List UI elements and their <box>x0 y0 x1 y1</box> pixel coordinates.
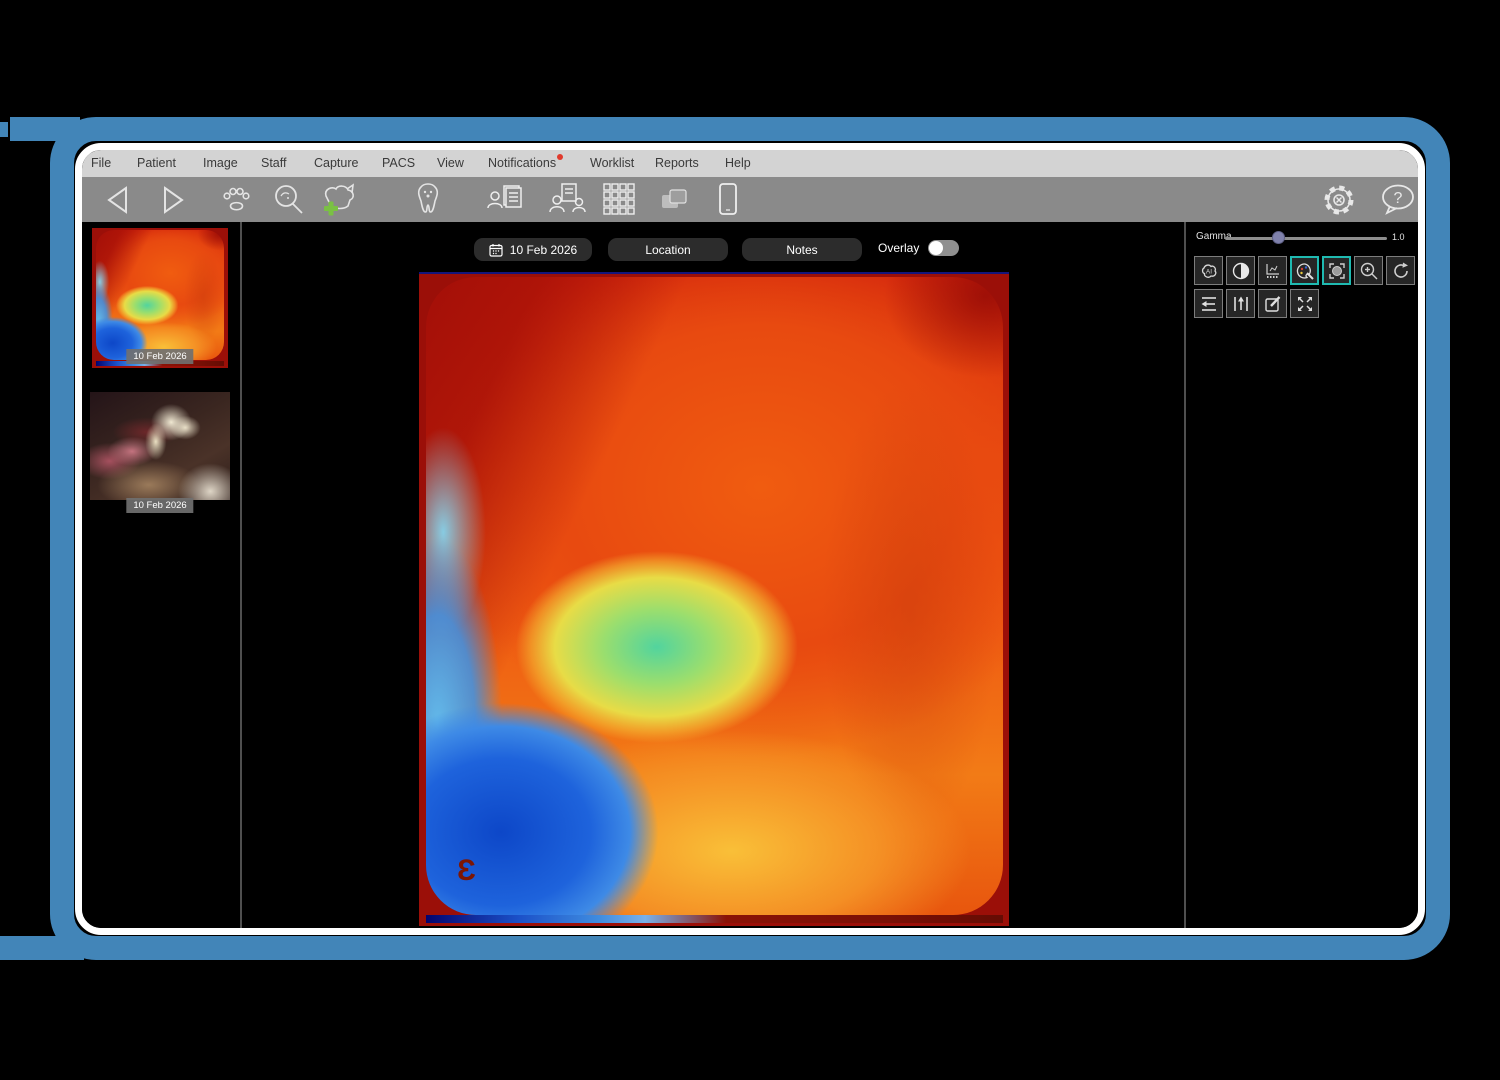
menu-reports[interactable]: Reports <box>655 150 699 177</box>
menu-view[interactable]: View <box>437 150 464 177</box>
svg-text:?: ? <box>1394 190 1403 207</box>
add-patient-icon[interactable] <box>318 182 358 218</box>
image-viewer: 10 Feb 2026 Location Notes Overlay Ɛ <box>242 222 1184 928</box>
menu-notifications[interactable]: Notifications <box>488 150 556 177</box>
tools-row-1: AI <box>1194 256 1415 285</box>
menu-bar: File Patient Image Staff Capture PACS Vi… <box>82 150 1418 177</box>
forward-icon[interactable] <box>159 185 187 215</box>
thumbnail-photo-image <box>90 392 230 500</box>
app-window: File Patient Image Staff Capture PACS Vi… <box>75 143 1425 935</box>
contrast-button[interactable] <box>1226 256 1255 285</box>
menu-pacs[interactable]: PACS <box>382 150 415 177</box>
desktop-background: File Patient Image Staff Capture PACS Vi… <box>0 0 1500 1080</box>
calendar-icon <box>489 243 503 257</box>
location-button-label: Location <box>645 243 690 257</box>
menu-help[interactable]: Help <box>725 150 751 177</box>
grid-view-icon[interactable] <box>602 182 638 218</box>
auto-focus-crop-button[interactable] <box>1322 256 1351 285</box>
date-button[interactable]: 10 Feb 2026 <box>474 238 592 261</box>
menu-capture[interactable]: Capture <box>314 150 358 177</box>
paw-icon[interactable] <box>220 185 252 215</box>
location-button[interactable]: Location <box>608 238 728 261</box>
overlay-toggle[interactable] <box>928 240 959 256</box>
toolbar: ? <box>82 177 1418 222</box>
compare-images-icon[interactable] <box>658 185 694 215</box>
overlay-control: Overlay <box>878 240 959 256</box>
menu-patient[interactable]: Patient <box>137 150 176 177</box>
overlay-label: Overlay <box>878 241 919 255</box>
menu-worklist[interactable]: Worklist <box>590 150 634 177</box>
dental-chart-icon[interactable] <box>412 182 444 218</box>
thumbnail-date-label: 10 Feb 2026 <box>126 498 193 513</box>
patient-records-icon[interactable] <box>486 182 526 218</box>
menu-notifications-label: Notifications <box>488 156 556 170</box>
color-palette-button[interactable] <box>1290 256 1319 285</box>
staff-records-icon[interactable] <box>548 182 590 218</box>
thumbnail-date-label: 10 Feb 2026 <box>126 349 193 364</box>
zoom-in-button[interactable] <box>1354 256 1383 285</box>
search-patient-icon[interactable] <box>272 183 306 217</box>
ai-enhance-button[interactable]: AI <box>1194 256 1223 285</box>
content-area: 10 Feb 2026 10 Feb 2026 <box>82 222 1418 928</box>
thermal-image <box>426 277 1003 915</box>
fullscreen-button[interactable] <box>1290 289 1319 318</box>
gamma-slider-track[interactable] <box>1225 237 1387 240</box>
date-button-label: 10 Feb 2026 <box>510 243 577 257</box>
menu-file[interactable]: File <box>91 150 111 177</box>
colormap-strip <box>426 915 1003 923</box>
menu-staff[interactable]: Staff <box>261 150 286 177</box>
gamma-value: 1.0 <box>1392 232 1405 242</box>
monitor-frame-bottom-extension <box>0 936 84 960</box>
notes-button-label: Notes <box>786 243 817 257</box>
shift-left-button[interactable] <box>1194 289 1223 318</box>
notes-button[interactable]: Notes <box>742 238 862 261</box>
thumbnail-thermal[interactable]: 10 Feb 2026 <box>92 228 228 368</box>
menu-image[interactable]: Image <box>203 150 238 177</box>
thumbnail-panel: 10 Feb 2026 10 Feb 2026 <box>82 222 240 928</box>
notification-badge <box>557 154 563 160</box>
monitor-frame-top-extension <box>10 117 80 141</box>
thumbnail-photo[interactable]: 10 Feb 2026 <box>90 392 230 500</box>
rotate-button[interactable] <box>1386 256 1415 285</box>
tools-row-2 <box>1194 289 1319 318</box>
settings-gear-icon[interactable] <box>1320 181 1358 219</box>
svg-text:AI: AI <box>1205 268 1211 275</box>
back-icon[interactable] <box>104 185 132 215</box>
annotate-button[interactable] <box>1258 289 1287 318</box>
overlay-toggle-knob <box>929 241 943 255</box>
flip-vertical-button[interactable] <box>1226 289 1255 318</box>
monitor-frame-tab <box>0 122 8 137</box>
tools-panel: Gamma 1.0 AI <box>1186 222 1418 928</box>
thumbnail-thermal-image <box>92 228 228 368</box>
help-icon[interactable]: ? <box>1378 182 1418 218</box>
gamma-slider-knob[interactable] <box>1272 231 1285 244</box>
mobile-device-icon[interactable] <box>716 182 740 218</box>
tooth-number-annotation: Ɛ <box>457 854 476 888</box>
main-image-canvas[interactable]: Ɛ <box>419 272 1009 926</box>
levels-histogram-button[interactable] <box>1258 256 1287 285</box>
